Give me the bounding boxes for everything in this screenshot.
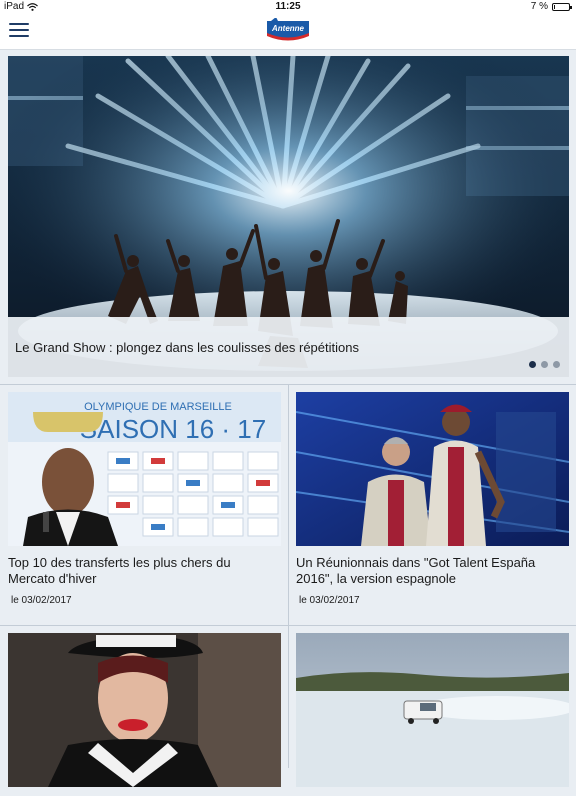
status-time: 11:25 xyxy=(275,1,301,12)
battery-icon xyxy=(552,2,572,11)
battery-fill xyxy=(554,4,555,9)
carousel-dots xyxy=(529,361,560,368)
nav-bar: Antenne xyxy=(0,14,576,50)
menu-line xyxy=(9,35,29,37)
article-thumbnail: OLYMPIQUE DE MARSEILLE SAISON 16 · 17 xyxy=(8,392,281,546)
article-date: le 03/02/2017 xyxy=(11,595,72,606)
logo-text: Antenne xyxy=(271,24,305,33)
hero-caption: Le Grand Show : plongez dans les couliss… xyxy=(8,317,569,377)
hero-carousel[interactable]: Le Grand Show : plongez dans les couliss… xyxy=(8,56,569,377)
article-thumbnail xyxy=(296,633,569,787)
thumb-text-season: SAISON 16 · 17 xyxy=(80,414,266,444)
article-date: le 03/02/2017 xyxy=(299,595,360,606)
status-bar: iPad 11:25 7 % xyxy=(0,0,576,14)
article-title[interactable]: Top 10 des transferts les plus chers du … xyxy=(8,555,281,587)
thumb-text-club: OLYMPIQUE DE MARSEILLE xyxy=(84,401,232,413)
grid-divider xyxy=(0,625,576,626)
article-card[interactable]: OLYMPIQUE DE MARSEILLE SAISON 16 · 17 To… xyxy=(8,392,281,606)
hamburger-menu-icon[interactable] xyxy=(9,23,29,41)
grid-divider xyxy=(288,384,289,768)
carousel-dot-2[interactable] xyxy=(541,361,548,368)
article-card[interactable] xyxy=(296,633,569,796)
carousel-dot-3[interactable] xyxy=(553,361,560,368)
status-right: 7 % xyxy=(530,1,572,12)
article-thumbnail xyxy=(296,392,569,546)
article-title[interactable]: Un Réunionnais dans "Got Talent España 2… xyxy=(296,555,569,587)
hero-title[interactable]: Le Grand Show : plongez dans les couliss… xyxy=(15,340,359,355)
menu-line xyxy=(9,29,29,31)
article-card[interactable]: Un Réunionnais dans "Got Talent España 2… xyxy=(296,392,569,606)
battery-percent: 7 % xyxy=(530,1,548,12)
article-card[interactable] xyxy=(8,633,281,796)
carousel-dot-1[interactable] xyxy=(529,361,536,368)
article-thumbnail xyxy=(8,633,281,787)
antenne-logo[interactable]: Antenne xyxy=(266,18,310,42)
menu-line xyxy=(9,23,29,25)
